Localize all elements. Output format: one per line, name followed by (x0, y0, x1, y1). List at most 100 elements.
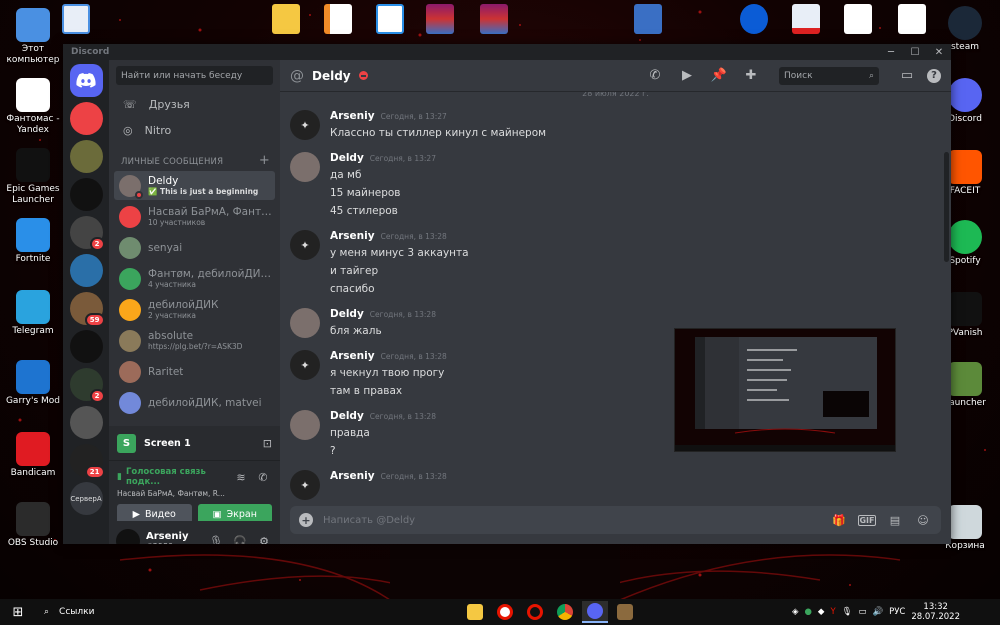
message-author[interactable]: Arseniy (330, 230, 375, 242)
language-indicator[interactable]: РУС (889, 607, 905, 617)
video-call-icon[interactable]: ▶ (675, 68, 699, 83)
winrar-icon[interactable] (422, 4, 458, 38)
avatar[interactable] (290, 308, 320, 338)
opera-icon[interactable] (522, 601, 548, 623)
dm-search-input[interactable]: Найти или начать беседу (116, 66, 273, 85)
dm-list-item[interactable]: дебилойДИК 2 участника (114, 295, 275, 324)
desktop-text-file-icon[interactable] (840, 4, 876, 38)
dm-list-item[interactable]: Насвай БаРмА, Фантом... 10 участников (114, 202, 275, 231)
volume-icon[interactable]: 🔊 (872, 607, 883, 617)
message-composer[interactable]: + Написать @Deldy 🎁 GIF ▤ ☺ (290, 506, 941, 534)
disconnect-icon[interactable]: ✆ (254, 471, 272, 484)
discord-taskbar-icon[interactable] (582, 601, 608, 623)
tray-app-icon[interactable]: ◆ (818, 607, 825, 617)
network-icon[interactable]: ▭ (858, 607, 866, 617)
dm-list-item[interactable]: absolute https://plg.bet/?r=ASK3D (114, 326, 275, 355)
desktop-shortcut[interactable]: Fortnite (4, 218, 62, 265)
chat-search-input[interactable]: Поиск ⌕ (779, 66, 879, 85)
desktop-shortcut[interactable]: OBS Studio (4, 502, 62, 549)
screen-share-preview[interactable] (674, 328, 896, 452)
server-icon[interactable]: 2 (69, 368, 105, 403)
message-author[interactable]: Deldy (330, 410, 364, 422)
upload-plus-icon[interactable]: + (299, 513, 313, 527)
headphones-icon[interactable]: 🎧 (231, 535, 249, 545)
clock[interactable]: 13:32 28.07.2022 (911, 602, 960, 622)
mic-tray-icon[interactable]: 🎙 (842, 607, 853, 617)
avatar[interactable]: ✦ (290, 470, 320, 500)
server-icon[interactable] (69, 406, 103, 439)
minecraft-icon[interactable] (612, 601, 638, 623)
message-input[interactable]: Написать @Deldy (323, 515, 820, 526)
server-icon[interactable]: 59 (69, 292, 105, 327)
windows-start-icon[interactable]: ⊞ (0, 605, 36, 620)
server-icon[interactable] (69, 102, 103, 135)
server-icon[interactable] (69, 254, 103, 287)
avatar[interactable] (116, 529, 140, 544)
desktop-text-file-icon[interactable] (894, 4, 930, 38)
desktop-shortcut[interactable]: Telegram (4, 290, 62, 337)
yandex-browser-icon[interactable] (492, 601, 518, 623)
message-author[interactable]: Arseniy (330, 350, 375, 362)
tray-app-icon[interactable]: ◈ (792, 607, 799, 617)
file-explorer-icon[interactable] (462, 601, 488, 623)
stream-preview-bar[interactable]: S Screen 1 ⊡ (109, 426, 280, 460)
desktop-shortcut[interactable]: Этот компьютер (4, 8, 62, 66)
add-friend-icon[interactable]: ✚ (739, 68, 763, 83)
popout-icon[interactable]: ⊡ (263, 437, 272, 450)
microphone-icon[interactable]: 🎙 (207, 535, 225, 545)
avatar[interactable] (290, 152, 320, 182)
desktop-shortcut[interactable]: Bandicam (4, 432, 62, 479)
server-icon[interactable]: 2 (69, 216, 105, 251)
avatar[interactable]: ✦ (290, 110, 320, 140)
scrollbar[interactable] (944, 152, 949, 262)
emoji-icon[interactable]: ☺ (914, 514, 932, 527)
desktop-shortcut-icon[interactable] (630, 4, 666, 38)
avatar[interactable]: ✦ (290, 230, 320, 260)
avatar[interactable] (290, 410, 320, 440)
avatar[interactable]: ✦ (290, 350, 320, 380)
settings-gear-icon[interactable]: ⚙ (255, 535, 273, 545)
nav-nitro[interactable]: ◎ Nitro (109, 117, 280, 143)
gif-icon[interactable]: GIF (858, 514, 876, 526)
yandex-tray-icon[interactable]: Y (830, 607, 835, 617)
sticker-icon[interactable]: ▤ (886, 514, 904, 527)
message-author[interactable]: Deldy (330, 152, 364, 164)
voice-channel-name[interactable]: Насвай БаРмА, Фантøм, R... (117, 489, 272, 498)
dm-list-item[interactable]: senyai (114, 233, 275, 262)
nav-friends[interactable]: ☏ Друзья (109, 91, 280, 117)
dm-list-item[interactable]: Фантøм, дебилойДИК... 4 участника (114, 264, 275, 293)
desktop-shortcut[interactable]: Фантомас - Yandex (4, 78, 62, 136)
server-icon[interactable] (69, 330, 103, 363)
dm-list-item[interactable]: Deldy ✅ This is just a beginning (114, 171, 275, 200)
desktop-archive-icon[interactable] (268, 4, 304, 38)
server-icon[interactable]: 21 (69, 444, 105, 479)
chrome-icon[interactable] (552, 601, 578, 623)
desktop-app-icon[interactable] (736, 4, 772, 38)
desktop-window-icon[interactable] (788, 4, 824, 38)
close-icon[interactable]: ✕ (927, 47, 951, 58)
desktop-link-icon[interactable] (372, 4, 408, 38)
server-icon[interactable] (69, 178, 103, 211)
dm-list-item[interactable]: Raritet (114, 357, 275, 386)
call-icon[interactable]: ✆ (643, 68, 667, 83)
desktop-file-icon[interactable] (58, 4, 94, 38)
help-icon[interactable]: ? (927, 68, 941, 83)
gift-icon[interactable]: 🎁 (830, 514, 848, 527)
desktop-shortcut[interactable]: Epic Games Launcher (4, 148, 62, 206)
pin-icon[interactable]: 📌 (707, 68, 731, 83)
create-dm-button[interactable]: + (259, 154, 270, 167)
maximize-icon[interactable]: ☐ (903, 47, 927, 58)
message-author[interactable]: Deldy (330, 308, 364, 320)
winrar-icon[interactable] (476, 4, 512, 38)
dm-list-item[interactable]: дебилойДИК, matvei (114, 388, 275, 417)
message-author[interactable]: Arseniy (330, 470, 375, 482)
taskbar-search[interactable]: ⌕ Ссылки (36, 607, 146, 617)
desktop-shortcut[interactable]: Garry's Mod (4, 360, 62, 407)
message-author[interactable]: Arseniy (330, 110, 375, 122)
server-icon[interactable] (69, 140, 103, 173)
server-icon[interactable]: СерверА (69, 482, 103, 515)
inbox-icon[interactable]: ▭ (895, 68, 919, 83)
desktop-doc-icon[interactable] (320, 4, 356, 38)
noise-suppression-icon[interactable]: ≋ (232, 471, 250, 484)
tray-status-icon[interactable]: ● (804, 607, 811, 617)
